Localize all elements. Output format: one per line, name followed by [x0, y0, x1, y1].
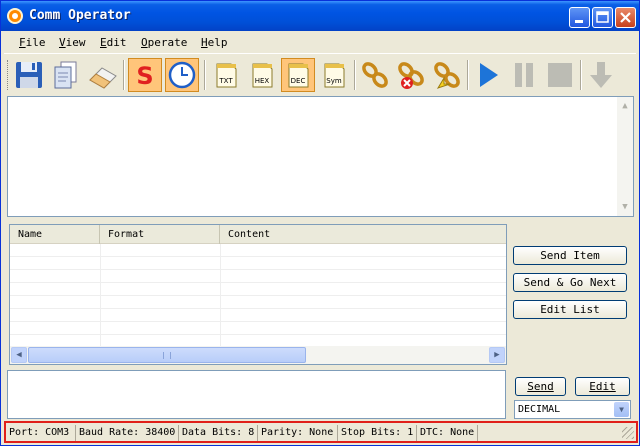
save-button[interactable] [12, 58, 46, 92]
chevron-down-icon[interactable]: ▼ [614, 402, 629, 417]
receive-textarea[interactable]: ▲ ▼ [7, 96, 634, 217]
menu-help[interactable]: Help [201, 36, 228, 49]
resize-grip-icon[interactable] [622, 427, 634, 439]
table-row[interactable] [10, 257, 506, 270]
menu-operate[interactable]: Operate [141, 36, 187, 49]
stop-icon [548, 63, 572, 87]
chain-refresh-icon [434, 62, 460, 89]
app-logo-icon [7, 8, 23, 24]
minimize-button[interactable] [569, 7, 590, 28]
app-window: Comm Operator File View Edit Operate Hel… [0, 0, 640, 446]
dec-format-button[interactable]: DEC [281, 58, 315, 92]
save-icon [16, 62, 42, 88]
receive-vertical-scrollbar[interactable]: ▲ ▼ [617, 97, 633, 216]
menu-edit[interactable]: Edit [100, 36, 127, 49]
table-header: Name Format Content [10, 225, 506, 244]
format-select[interactable]: DECIMAL ▼ [514, 400, 631, 419]
status-bar: Port: COM3 Baud Rate: 38400 Data Bits: 8… [4, 421, 638, 443]
toolbar-grip[interactable] [7, 60, 10, 90]
pause-button[interactable] [507, 58, 541, 92]
list-horizontal-scrollbar[interactable]: ◀ ▶ [10, 346, 506, 364]
scroll-thumb-grip [163, 352, 171, 359]
toolbar-separator [354, 60, 356, 90]
svg-text:HEX: HEX [255, 77, 270, 85]
stop-s-button[interactable]: S [128, 58, 162, 92]
menu-file[interactable]: File [19, 36, 46, 49]
txt-format-button[interactable]: TXT [209, 58, 243, 92]
timer-clock-icon [168, 61, 196, 89]
toolbar-separator [580, 60, 582, 90]
scroll-left-arrow-icon[interactable]: ◀ [11, 347, 27, 363]
minimize-icon [575, 20, 583, 23]
dec-format-icon: DEC [288, 63, 309, 88]
connect-chain-icon [362, 62, 388, 88]
copy-icon [54, 61, 77, 89]
close-button[interactable] [615, 7, 636, 28]
stop-button[interactable] [543, 58, 577, 92]
status-data-bits: Data Bits: 8 [180, 425, 258, 441]
clear-button[interactable] [86, 58, 120, 92]
scroll-thumb[interactable] [28, 347, 306, 363]
play-button[interactable] [471, 58, 505, 92]
format-select-value: DECIMAL [518, 404, 561, 415]
status-port: Port: COM3 [7, 425, 76, 441]
maximize-icon [596, 11, 609, 23]
status-baud-rate: Baud Rate: 38400 [77, 425, 179, 441]
table-row[interactable] [10, 309, 506, 322]
scroll-right-arrow-icon[interactable]: ▶ [489, 347, 505, 363]
txt-format-icon: TXT [216, 63, 237, 88]
download-button[interactable] [584, 58, 618, 92]
send-textarea[interactable] [7, 370, 506, 419]
column-header-format[interactable]: Format [100, 225, 220, 244]
column-header-name[interactable]: Name [10, 225, 100, 244]
send-list-table[interactable]: Name Format Content ◀ ▶ [9, 224, 507, 365]
timer-button[interactable] [165, 58, 199, 92]
eraser-icon [89, 67, 117, 89]
play-icon [480, 63, 498, 87]
table-row[interactable] [10, 322, 506, 335]
hex-format-button[interactable]: HEX [245, 58, 279, 92]
stop-s-icon: S [136, 62, 153, 90]
svg-text:S: S [136, 62, 153, 90]
edit-button-label: Edit [589, 380, 616, 393]
title-bar[interactable]: Comm Operator [1, 1, 639, 31]
send-item-button[interactable]: Send Item [513, 246, 627, 265]
reconnect-button[interactable] [430, 58, 464, 92]
down-arrow-icon [590, 62, 612, 88]
table-row[interactable] [10, 244, 506, 257]
disconnect-chain-icon [398, 62, 424, 89]
menu-view[interactable]: View [59, 36, 86, 49]
close-icon [620, 12, 631, 23]
connect-button[interactable] [358, 58, 392, 92]
table-row[interactable] [10, 296, 506, 309]
toolbar: S TXT HEX DEC Sym [4, 53, 636, 95]
toolbar-separator [204, 60, 206, 90]
scroll-up-arrow-icon[interactable]: ▲ [618, 99, 632, 113]
svg-text:DEC: DEC [291, 77, 306, 85]
disconnect-button[interactable] [394, 58, 428, 92]
pause-icon [515, 63, 533, 87]
maximize-button[interactable] [592, 7, 613, 28]
sym-format-icon: Sym [324, 63, 345, 88]
send-button-label: Send [527, 380, 554, 393]
sym-format-button[interactable]: Sym [317, 58, 351, 92]
column-header-content[interactable]: Content [220, 225, 506, 244]
status-dtc: DTC: None [418, 425, 478, 441]
table-row[interactable] [10, 270, 506, 283]
hex-format-icon: HEX [252, 63, 273, 88]
table-row[interactable] [10, 283, 506, 296]
toolbar-separator [467, 60, 469, 90]
edit-button[interactable]: Edit [575, 377, 630, 396]
svg-text:TXT: TXT [218, 77, 233, 85]
send-and-go-next-button[interactable]: Send & Go Next [513, 273, 627, 292]
window-title: Comm Operator [29, 8, 131, 23]
svg-text:Sym: Sym [326, 77, 342, 85]
copy-button[interactable] [49, 58, 83, 92]
scroll-down-arrow-icon[interactable]: ▼ [618, 200, 632, 214]
status-stop-bits: Stop Bits: 1 [339, 425, 417, 441]
send-button[interactable]: Send [515, 377, 566, 396]
edit-list-button[interactable]: Edit List [513, 300, 627, 319]
status-parity: Parity: None [259, 425, 338, 441]
toolbar-separator [123, 60, 125, 90]
